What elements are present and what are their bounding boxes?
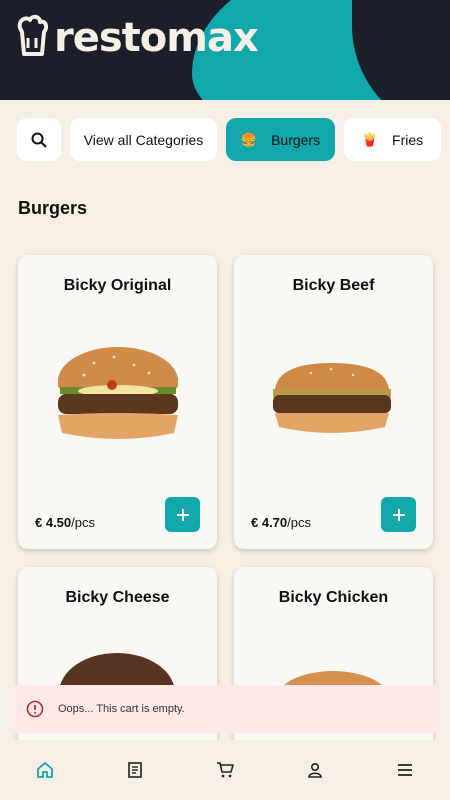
product-name: Bicky Beef xyxy=(292,277,375,294)
category-chip-label: Burgers xyxy=(271,131,321,148)
nav-home[interactable] xyxy=(23,748,67,792)
product-name: Bicky Chicken xyxy=(278,589,389,606)
search-button[interactable] xyxy=(17,118,61,161)
product-name: Bicky Cheese xyxy=(65,589,170,606)
burger-image xyxy=(273,363,391,433)
product-card[interactable]: Bicky Beef € 4.70/pcs xyxy=(234,255,433,549)
fries-emoji-icon: 🍟 xyxy=(361,131,379,147)
cart-icon xyxy=(217,762,234,778)
empty-cart-toast: Oops... This cart is empty. xyxy=(12,685,440,733)
product-price: € 4.70/pcs xyxy=(251,515,311,530)
product-price: € 4.50/pcs xyxy=(35,515,95,530)
receipt-icon xyxy=(128,762,142,778)
app-header: restomax xyxy=(0,0,450,100)
section-title: Burgers xyxy=(18,198,88,218)
error-circle-icon xyxy=(26,700,44,718)
chef-hat-icon xyxy=(17,14,48,56)
plus-icon xyxy=(176,508,189,521)
burger-emoji-icon: 🍔 xyxy=(240,131,258,147)
category-chip-all[interactable]: View all Categories xyxy=(70,118,217,161)
category-bar: View all Categories 🍔 Burgers 🍟 Fries xyxy=(0,118,450,161)
menu-icon xyxy=(398,764,412,776)
add-to-cart-button[interactable] xyxy=(381,497,416,532)
product-card[interactable]: Bicky Original € 4.50/pcs xyxy=(18,255,217,549)
category-chip-label: View all Categories xyxy=(83,131,204,148)
nav-profile[interactable] xyxy=(293,748,337,792)
add-to-cart-button[interactable] xyxy=(165,497,200,532)
nav-cart[interactable] xyxy=(203,748,247,792)
burger-image xyxy=(58,347,178,439)
brand-logo[interactable]: restomax xyxy=(16,14,259,62)
home-icon xyxy=(37,762,53,778)
user-icon xyxy=(308,762,322,778)
product-name: Bicky Original xyxy=(63,277,172,294)
product-card[interactable]: Bicky Cheese xyxy=(18,567,217,767)
toast-message: Oops... This cart is empty. xyxy=(58,703,185,715)
bottom-navigation xyxy=(0,740,450,800)
nav-menu[interactable] xyxy=(383,748,427,792)
category-chip-burgers[interactable]: 🍔 Burgers xyxy=(226,118,335,161)
search-icon xyxy=(31,132,47,148)
brand-name: restomax xyxy=(54,15,259,61)
plus-icon xyxy=(392,508,405,521)
category-chip-label: Fries xyxy=(392,131,424,148)
nav-orders[interactable] xyxy=(113,748,157,792)
category-chip-fries[interactable]: 🍟 Fries xyxy=(344,118,441,161)
product-card[interactable]: Bicky Chicken xyxy=(234,567,433,767)
